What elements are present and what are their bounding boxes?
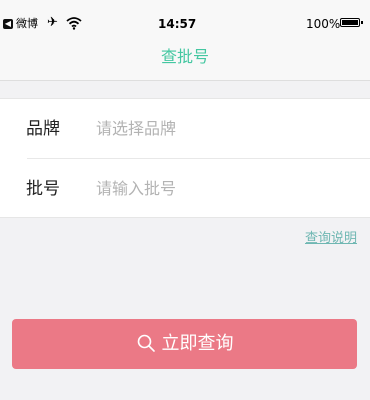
airplane-mode-icon: ✈ — [47, 15, 58, 30]
status-time: 14:57 — [158, 17, 197, 31]
query-now-button[interactable]: 立即查询 — [12, 319, 357, 369]
battery-tip-icon — [361, 21, 363, 24]
brand-select-input[interactable] — [96, 113, 356, 143]
page-title: 查批号 — [160, 47, 209, 66]
battery-icon — [340, 18, 360, 27]
back-to-app-label[interactable]: 微博 — [16, 17, 38, 31]
brand-row[interactable]: 品牌 — [0, 99, 370, 159]
status-bar: ◀ 微博 ✈ 14:57 100% — [0, 0, 370, 40]
query-instructions-link[interactable]: 查询说明 — [305, 230, 357, 248]
batch-number-input[interactable] — [96, 173, 356, 203]
battery-percentage: 100% — [306, 17, 341, 31]
query-form: 品牌 批号 — [0, 98, 370, 218]
back-to-app-icon[interactable]: ◀ — [3, 19, 13, 29]
batch-row[interactable]: 批号 — [0, 159, 370, 218]
query-button-label: 立即查询 — [161, 333, 234, 354]
brand-label: 品牌 — [26, 119, 60, 139]
batch-label: 批号 — [26, 179, 60, 199]
top-bar: ◀ 微博 ✈ 14:57 100% 查批号 — [0, 0, 370, 81]
wifi-icon — [66, 17, 82, 30]
search-icon — [137, 334, 155, 352]
